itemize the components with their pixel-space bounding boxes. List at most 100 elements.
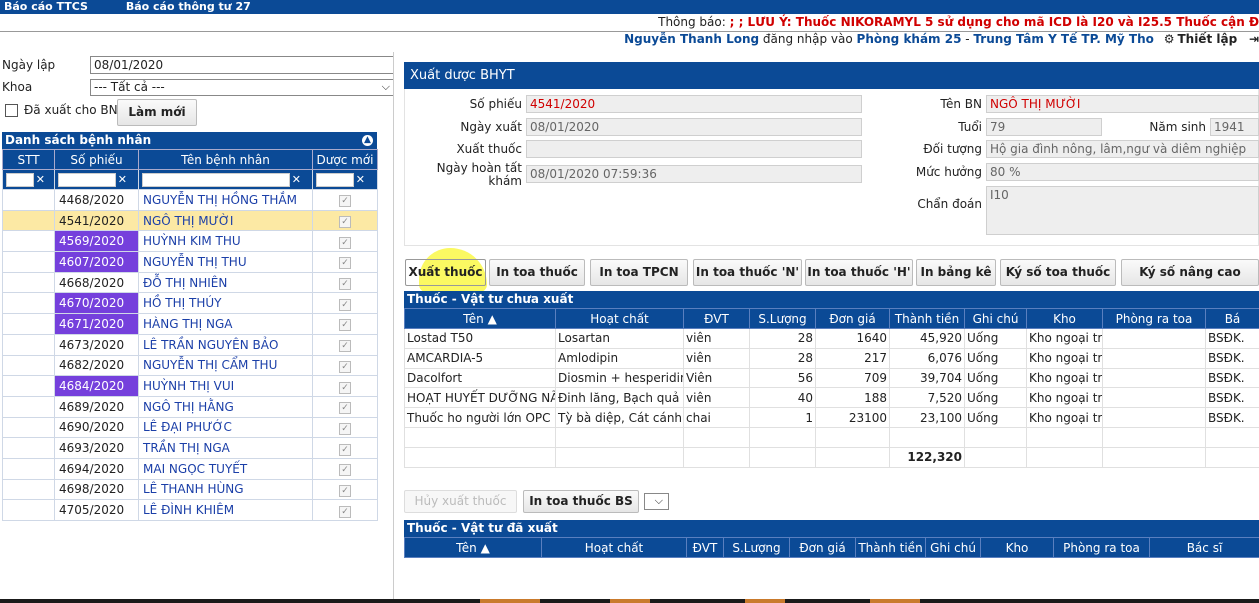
exported-col-header[interactable]: Kho [980, 537, 1054, 558]
empty-cell [404, 446, 556, 468]
pending-col-header[interactable]: S.Lượng [749, 308, 816, 329]
pending-col-header[interactable]: Phòng ra toa [1102, 308, 1206, 329]
tuoi-field[interactable]: 79 [986, 118, 1102, 136]
pending-col-header[interactable]: ĐVT [683, 308, 750, 329]
patient-name-cell: HUỲNH KIM THU [138, 230, 313, 253]
in-toa-thuoc-button[interactable]: In toa thuốc [489, 259, 585, 286]
date-input[interactable]: 08/01/2020 [90, 56, 394, 74]
patient-row[interactable]: 4607/2020 NGUYỄN THỊ THU ✓ [2, 251, 378, 273]
drug-row[interactable]: Thuốc ho người lớn OPC Tỳ bà diệp, Cát cá… [404, 407, 1259, 428]
menu-item-tt27[interactable]: Báo cáo thông tư 27 [122, 0, 251, 13]
ky-so-nang-cao-button[interactable]: Ký số nâng cao [1121, 259, 1259, 286]
in-toa-thuoc-h-button[interactable]: In toa thuốc 'H' [805, 259, 913, 286]
patient-row[interactable]: 4468/2020 NGUYỄN THỊ HỒNG THẮM ✓ [2, 189, 378, 211]
patient-row[interactable]: 4698/2020 LÊ THANH HÙNG ✓ [2, 478, 378, 501]
pending-col-header[interactable]: Kho [1026, 308, 1103, 329]
duoc-moi-cell: ✓ [312, 271, 378, 294]
in-bang-ke-button[interactable]: In bảng kê [916, 259, 996, 286]
ngay-hoan-tat-label-1: Ngày hoàn tất [436, 161, 522, 175]
patient-row[interactable]: 4689/2020 NGÔ THỊ HẰNG ✓ [2, 395, 378, 418]
patient-row[interactable]: 4673/2020 LÊ TRẦN NGUYÊN BẢO ✓ [2, 333, 378, 356]
logout-icon[interactable]: ⇥ [1245, 32, 1259, 46]
pending-col-header[interactable]: Hoạt chất [555, 308, 684, 329]
exported-table: Tên ▲ Hoạt chất ĐVT S.Lượng Đơn giá Thành tiề… [404, 537, 1259, 558]
refresh-button[interactable]: Làm mới [117, 99, 197, 126]
settings-link[interactable]: Thiết lập [1177, 32, 1237, 46]
pending-col-header[interactable]: Ghi chú [964, 308, 1027, 329]
patient-row[interactable]: 4694/2020 MAI NGỌC TUYẾT ✓ [2, 457, 378, 480]
exported-col-header[interactable]: Đơn giá [789, 537, 856, 558]
patient-row[interactable]: 4682/2020 NGUYỄN THỊ CẨM THU ✓ [2, 354, 378, 377]
exported-col-header[interactable]: ĐVT [686, 537, 724, 558]
gear-icon[interactable]: ⚙ [1164, 32, 1175, 46]
pending-col-header[interactable]: Bá [1205, 308, 1259, 329]
pending-col-header[interactable]: Tên ▲ [404, 308, 556, 329]
chevron-down-icon: ⌵ [654, 494, 663, 507]
pending-col-header[interactable]: Đơn giá [815, 308, 890, 329]
so-phieu-field[interactable]: 4541/2020 [526, 95, 862, 113]
patient-row[interactable]: 4569/2020 HUỲNH KIM THU ✓ [2, 230, 378, 253]
ngay-xuat-field[interactable]: 08/01/2020 [526, 118, 862, 136]
doi-tuong-field[interactable]: Hộ gia đình nông, lâm,ngư và diêm nghiệp [986, 140, 1259, 158]
patient-name-cell: LÊ ĐÌNH KHIÊM [138, 499, 313, 521]
dept-label: Khoa [2, 80, 33, 94]
patient-row[interactable]: 4705/2020 LÊ ĐÌNH KHIÊM ✓ [2, 499, 378, 521]
filter-stt[interactable]: ✕ [2, 169, 55, 190]
patient-row[interactable]: 4690/2020 LÊ ĐẠI PHƯỚC ✓ [2, 416, 378, 439]
checkmark-icon: ✓ [339, 402, 351, 415]
exported-col-header[interactable]: Hoạt chất [541, 537, 687, 558]
chan-doan-field[interactable]: I10 [986, 186, 1259, 235]
print-options-select[interactable]: ⌵ [644, 493, 669, 510]
tuoi-label: Tuổi [958, 120, 982, 134]
collapse-icon[interactable]: ▲ [362, 135, 373, 146]
muc-huong-field[interactable]: 80 % [986, 163, 1259, 181]
in-toa-tpcn-button[interactable]: In toa TPCN [590, 259, 688, 286]
col-ten-benh-nhan[interactable]: Tên bệnh nhân [138, 149, 313, 170]
login-dash: - [961, 32, 974, 46]
empty-cell [1026, 446, 1103, 468]
ngay-hoan-tat-field[interactable]: 08/01/2020 07:59:36 [526, 165, 862, 183]
drug-row[interactable]: Dacolfort Diosmin + hesperidin Viên 56 709 39… [404, 367, 1259, 389]
exported-col-header[interactable]: S.Lượng [723, 537, 790, 558]
patient-row[interactable]: 4670/2020 HỒ THỊ THÚY ✓ [2, 292, 378, 315]
menu-item-ttcs[interactable]: Báo cáo TTCS [0, 0, 88, 13]
filter-duoc-moi[interactable]: ✕ [312, 169, 378, 190]
stt-cell [2, 437, 55, 459]
in-toa-thuoc-n-button[interactable]: In toa thuốc 'N' [693, 259, 802, 286]
dept-select[interactable]: --- Tất cả --- ⌵ [90, 79, 394, 96]
exported-col-header[interactable]: Tên ▲ [404, 537, 542, 558]
ky-so-toa-thuoc-button[interactable]: Ký số toa thuốc [1000, 259, 1116, 286]
so-phieu-cell: 4690/2020 [54, 416, 139, 439]
nam-sinh-field[interactable]: 1941 [1210, 118, 1259, 136]
col-stt[interactable]: STT [2, 149, 55, 170]
patient-row[interactable]: 4668/2020 ĐỖ THỊ NHIÊN ✓ [2, 271, 378, 294]
pending-col-header[interactable]: Thành tiền [889, 308, 965, 329]
filter-so-phieu[interactable]: ✕ [54, 169, 139, 190]
print-bs-button[interactable]: In toa thuốc BS [523, 490, 639, 513]
cancel-export-button[interactable]: Hủy xuất thuốc [404, 490, 517, 513]
drug-cell: 188 [815, 387, 890, 409]
col-duoc-moi[interactable]: Dược mới [312, 149, 378, 170]
exported-col-header[interactable]: Bác sĩ [1149, 537, 1259, 558]
drug-row[interactable]: HOẠT HUYẾT DƯỠNG NÃO Đinh lăng, Bạch quả v… [404, 387, 1259, 409]
empty-cell [964, 426, 1027, 448]
col-so-phieu[interactable]: Số phiếu [54, 149, 139, 170]
duoc-moi-cell: ✓ [312, 189, 378, 211]
drug-cell: BSĐK. [1205, 347, 1259, 369]
patient-row[interactable]: 4684/2020 HUỲNH THỊ VUI ✓ [2, 375, 378, 397]
patient-row[interactable]: 4541/2020 NGÔ THỊ MƯỜI ✓ [2, 209, 378, 232]
exported-col-header[interactable]: Thành tiền [855, 537, 926, 558]
exported-col-header[interactable]: Ghi chú [925, 537, 981, 558]
xuat-thuoc-field[interactable] [526, 140, 862, 158]
xuat-thuoc-button[interactable]: Xuất thuốc [405, 259, 486, 286]
ten-bn-field[interactable]: NGÔ THỊ MƯỜI [986, 95, 1259, 113]
drug-row[interactable]: AMCARDIA-5 Amlodipin viên 28 217 6,076 Uống Kho… [404, 347, 1259, 369]
drug-row[interactable]: Lostad T50 Losartan viên 28 1640 45,920 Uống Kh… [404, 328, 1259, 349]
patient-row[interactable]: 4693/2020 TRẦN THỊ NGA ✓ [2, 437, 378, 459]
filter-ten[interactable]: ✕ [138, 169, 313, 190]
exported-col-header[interactable]: Phòng ra toa [1053, 537, 1150, 558]
drug-cell: chai [683, 407, 750, 428]
exported-checkbox[interactable] [5, 104, 18, 117]
patient-name-cell: MAI NGỌC TUYẾT [138, 457, 313, 480]
patient-row[interactable]: 4671/2020 HÀNG THỊ NGA ✓ [2, 313, 378, 335]
